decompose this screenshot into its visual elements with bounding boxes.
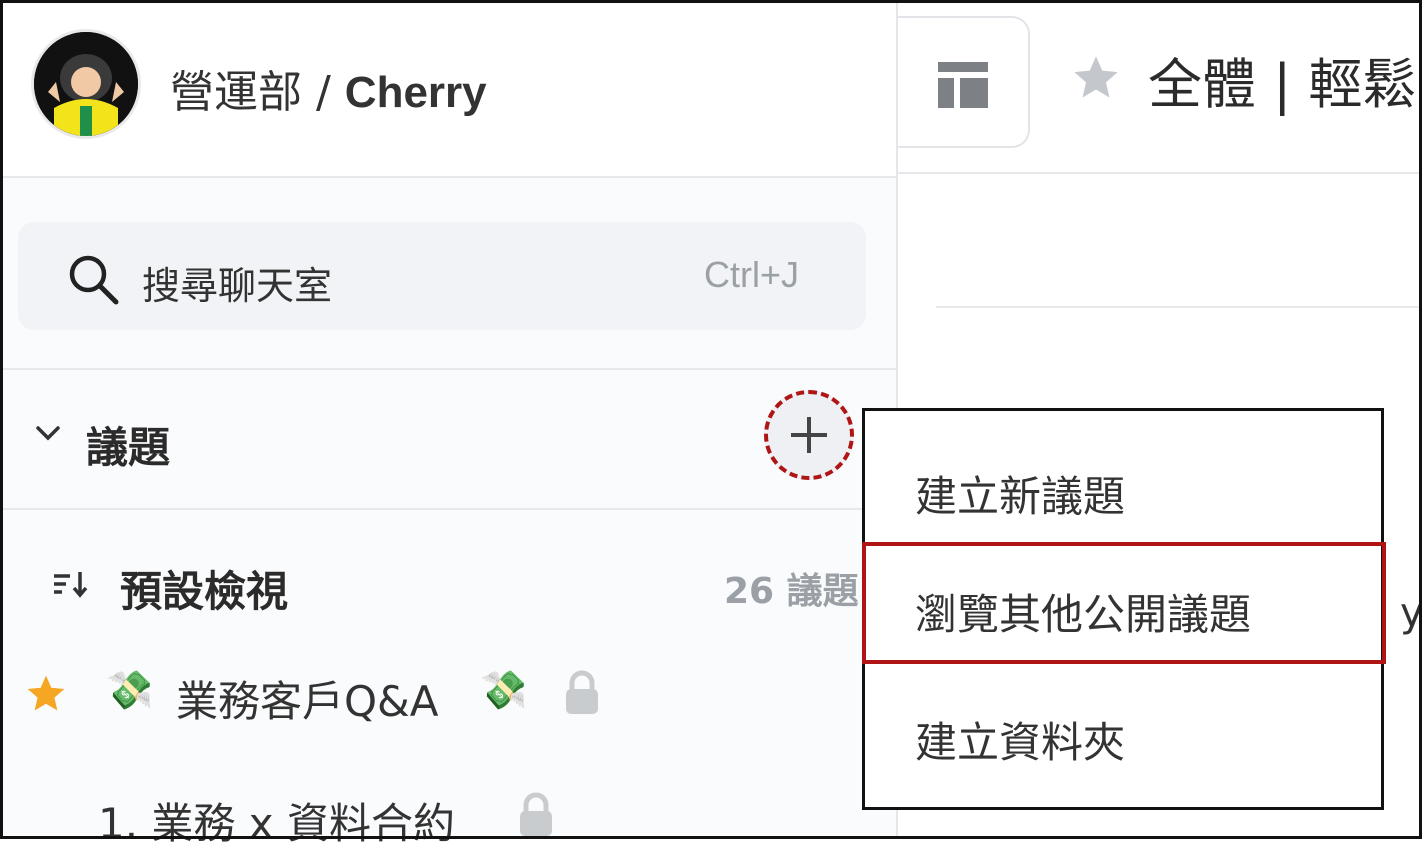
- menu-item-create-folder[interactable]: 建立資料夾: [865, 673, 1381, 795]
- topic-count: 26 議題: [724, 571, 859, 612]
- plus-icon: [791, 417, 827, 453]
- money-icon: 💸: [480, 668, 528, 712]
- star-icon[interactable]: [1070, 52, 1122, 108]
- add-topic-button[interactable]: [764, 390, 854, 480]
- divider: [936, 306, 1422, 308]
- money-icon: 💸: [106, 668, 154, 712]
- divider: [898, 172, 1422, 174]
- menu-item-label: 建立新議題: [915, 472, 1126, 521]
- add-topic-menu: 建立新議題 瀏覽其他公開議題 建立資料夾: [862, 408, 1384, 810]
- menu-item-label: 建立資料夾: [915, 718, 1126, 767]
- search-input[interactable]: 搜尋聊天室: [142, 255, 332, 310]
- search-icon: [66, 252, 122, 312]
- divider: [0, 368, 896, 370]
- topic-item-sales-data-contract[interactable]: 1. 業務 x 資料合約: [98, 790, 455, 851]
- layout-toggle-button[interactable]: [898, 16, 1030, 148]
- user-name: Cherry: [344, 68, 487, 117]
- partial-text: y: [1400, 590, 1422, 636]
- layout-icon: [938, 62, 988, 108]
- topic-item-sales-qa[interactable]: 業務客戶Q&A: [176, 668, 439, 729]
- menu-item-create-topic[interactable]: 建立新議題: [865, 427, 1381, 549]
- menu-item-label: 瀏覽其他公開議題: [915, 590, 1252, 639]
- lock-icon: [516, 792, 556, 842]
- department-label: 營運部: [170, 67, 302, 118]
- divider: [0, 508, 896, 510]
- chevron-down-icon[interactable]: [34, 424, 62, 448]
- section-title-topics[interactable]: 議題: [86, 414, 170, 475]
- sort-icon: [52, 568, 92, 608]
- page-title: 全體 | 輕鬆: [1148, 53, 1417, 116]
- default-view-title[interactable]: 預設檢視: [120, 558, 288, 619]
- star-icon[interactable]: [24, 672, 68, 720]
- search-shortcut-hint: Ctrl+J: [704, 254, 800, 295]
- profile-separator: /: [302, 67, 345, 118]
- lock-icon: [562, 670, 602, 720]
- profile-name: 營運部 / Cherry: [170, 56, 487, 120]
- menu-item-browse-public-topics[interactable]: 瀏覽其他公開議題: [865, 545, 1381, 667]
- avatar[interactable]: [34, 32, 138, 136]
